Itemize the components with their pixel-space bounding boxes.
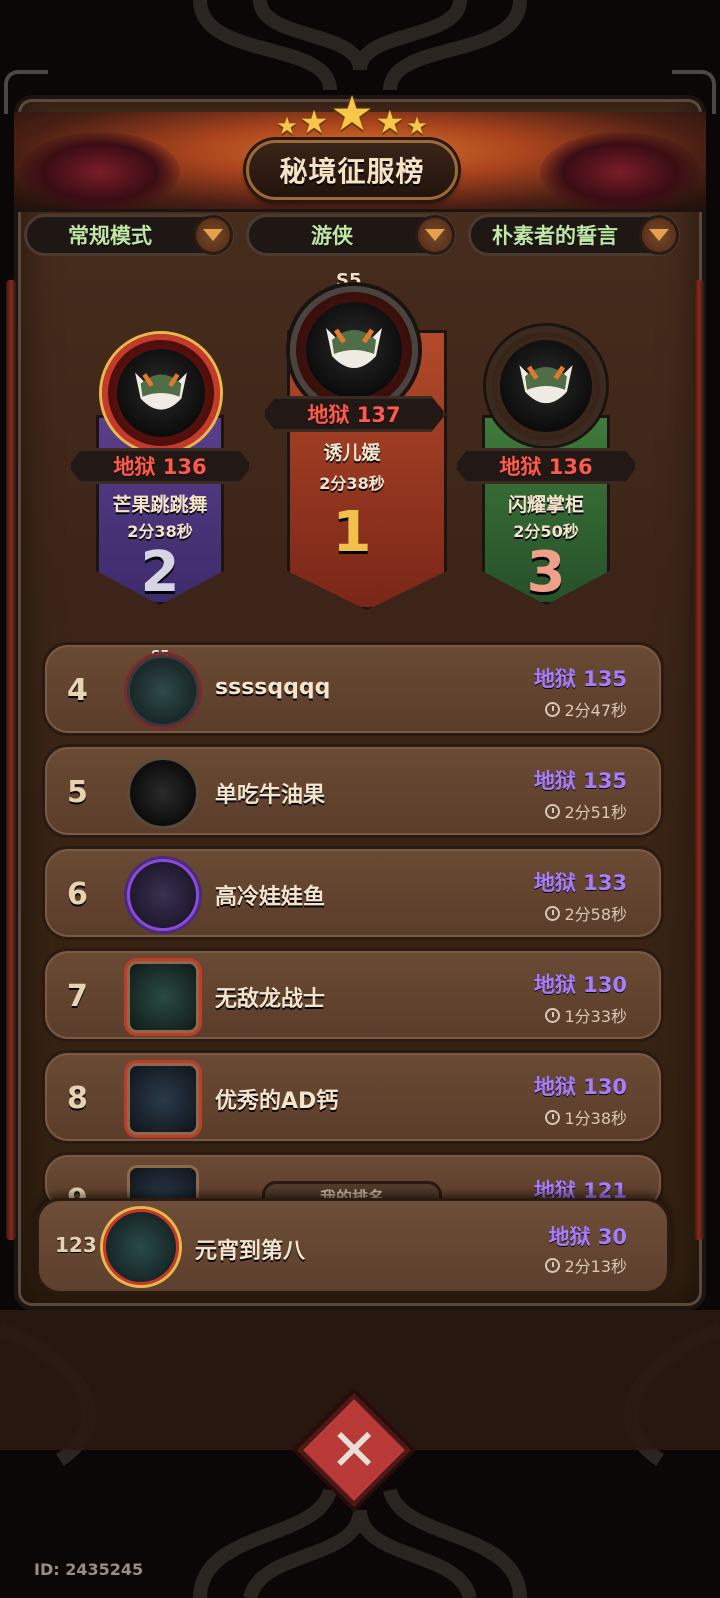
clock-icon — [545, 1007, 561, 1023]
class-dropdown-label: 游侠 — [311, 224, 353, 248]
player-score: 地狱 130 — [533, 973, 627, 997]
leaderboard-row[interactable]: 5 单吃牛油果 地狱 135 2分51秒 — [42, 744, 664, 838]
podium-third-name: 闪耀掌柜 — [507, 494, 584, 516]
my-rank-row[interactable]: 123 元宵到第八 地狱 30 2分13秒 — [36, 1198, 670, 1294]
panel-rail-left — [6, 280, 16, 1240]
player-time-text: 1分38秒 — [564, 1109, 627, 1128]
mode-dropdown-label: 常规模式 — [68, 224, 152, 248]
row-rank: 4 — [67, 673, 88, 708]
podium-second-score-text: 地狱 136 — [113, 455, 207, 479]
clock-icon — [545, 803, 561, 819]
player-name: ssssqqqq — [215, 675, 331, 700]
podium-first-score: 地狱 137 — [262, 396, 446, 432]
my-score: 地狱 30 — [548, 1225, 627, 1249]
player-time: 1分33秒 — [545, 1003, 627, 1027]
close-icon: ✕ — [329, 1415, 379, 1484]
player-time-text: 2分47秒 — [564, 701, 627, 720]
fox-ranger-portrait — [117, 349, 205, 437]
fox-ranger-portrait — [306, 302, 402, 398]
my-time-text: 2分13秒 — [564, 1257, 627, 1276]
player-avatar[interactable] — [127, 655, 199, 727]
podium-first-time: 2分38秒 — [319, 474, 385, 493]
player-time: 1分38秒 — [545, 1105, 627, 1129]
player-avatar[interactable] — [127, 961, 199, 1033]
podium-second-time: 2分38秒 — [127, 522, 193, 541]
title-plate: 秘境征服榜 — [246, 140, 458, 200]
chevron-down-icon[interactable] — [639, 215, 679, 255]
podium-second-avatar[interactable] — [102, 334, 220, 452]
star-icon: ★ — [375, 103, 405, 141]
class-dropdown[interactable]: 游侠 — [246, 214, 456, 256]
clock-icon — [545, 1257, 561, 1273]
player-avatar[interactable] — [127, 1063, 199, 1135]
podium-first-rank: 1 — [332, 500, 372, 565]
clock-icon — [545, 1109, 561, 1125]
star-icon: ★ — [406, 112, 428, 140]
player-name: 优秀的AD钙 — [215, 1089, 339, 1114]
star-icon: ★ — [276, 112, 298, 140]
podium-third-score: 地狱 136 — [454, 448, 638, 484]
star-rating: ★ ★ ★ ★ ★ — [262, 88, 442, 138]
my-name: 元宵到第八 — [195, 1239, 306, 1264]
player-score: 地狱 130 — [533, 1075, 627, 1099]
star-icon: ★ — [299, 103, 329, 141]
row-rank: 8 — [67, 1081, 88, 1116]
podium-third-rank: 3 — [526, 540, 566, 605]
oath-dropdown-label: 朴素者的誓言 — [492, 224, 618, 248]
leaderboard-row[interactable]: 6 高冷娃娃鱼 地狱 133 2分58秒 — [42, 846, 664, 940]
podium-second-score: 地狱 136 — [68, 448, 252, 484]
row-rank: 7 — [67, 979, 88, 1014]
fox-ranger-portrait — [500, 340, 592, 432]
player-avatar[interactable] — [127, 757, 199, 829]
podium-first-name: 诱儿媛 — [323, 442, 381, 464]
podium-third-avatar[interactable] — [486, 326, 606, 446]
podium-first-score-text: 地狱 137 — [307, 403, 401, 427]
player-time: 2分51秒 — [545, 799, 627, 823]
player-score: 地狱 133 — [533, 871, 627, 895]
chevron-down-icon[interactable] — [415, 215, 455, 255]
panel-corner-ornament — [672, 70, 716, 114]
player-avatar[interactable] — [127, 859, 199, 931]
banner-eye-decoration — [20, 132, 180, 212]
player-time-text: 2分51秒 — [564, 803, 627, 822]
podium-third-time: 2分50秒 — [513, 522, 579, 541]
player-time: 2分58秒 — [545, 901, 627, 925]
banner-eye-decoration — [540, 132, 700, 212]
my-avatar[interactable] — [103, 1209, 179, 1285]
chevron-down-icon[interactable] — [193, 215, 233, 255]
player-name: 单吃牛油果 — [215, 783, 326, 808]
clock-icon — [545, 905, 561, 921]
player-name: 高冷娃娃鱼 — [215, 885, 326, 910]
podium-first-avatar[interactable] — [290, 286, 418, 414]
player-name: 无敌龙战士 — [215, 987, 326, 1012]
player-time-text: 2分58秒 — [564, 905, 627, 924]
my-time: 2分13秒 — [545, 1253, 627, 1277]
mode-dropdown[interactable]: 常规模式 — [24, 214, 234, 256]
player-score: 地狱 135 — [533, 769, 627, 793]
player-time-text: 1分33秒 — [564, 1007, 627, 1026]
row-rank: 6 — [67, 877, 88, 912]
podium-second-rank: 2 — [140, 540, 180, 605]
leaderboard-row[interactable]: 4 S5 ssssqqqq 地狱 135 2分47秒 — [42, 642, 664, 736]
my-rank-number: 123 — [55, 1233, 97, 1257]
podium-third-score-text: 地狱 136 — [499, 455, 593, 479]
leaderboard-row[interactable]: 7 无敌龙战士 地狱 130 1分33秒 — [42, 948, 664, 1042]
panel-rail-right — [694, 280, 704, 1240]
oath-dropdown[interactable]: 朴素者的誓言 — [468, 214, 680, 256]
star-icon: ★ — [330, 86, 374, 142]
podium-second-name: 芒果跳跳舞 — [112, 494, 208, 516]
leaderboard-row[interactable]: 8 优秀的AD钙 地狱 130 1分38秒 — [42, 1050, 664, 1144]
page-title: 秘境征服榜 — [279, 155, 425, 188]
panel-corner-ornament — [4, 70, 48, 114]
clock-icon — [545, 701, 561, 717]
row-rank: 5 — [67, 775, 88, 810]
player-time: 2分47秒 — [545, 697, 627, 721]
player-score: 地狱 135 — [533, 667, 627, 691]
player-id: ID: 2435245 — [34, 1560, 144, 1579]
